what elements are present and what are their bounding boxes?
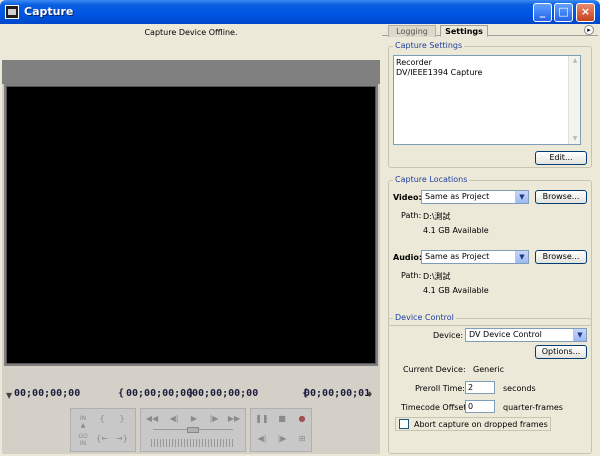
maximize-button[interactable]: □ — [554, 3, 573, 22]
set-in-icon[interactable]: { — [95, 413, 109, 425]
device-value: DV Device Control — [469, 330, 542, 339]
capture-locations-title: Capture Locations — [393, 175, 470, 184]
capture-setting-line: DV/IEEE1394 Capture — [396, 68, 483, 77]
device-select[interactable]: DV Device Control ▼ — [465, 328, 587, 342]
set-out-icon[interactable]: } — [115, 413, 129, 425]
panel-menu-icon[interactable]: ▸ — [584, 25, 594, 35]
audio-available-space: 4.1 GB Available — [423, 286, 489, 295]
device-label: Device: — [433, 331, 464, 340]
goto-out-icon[interactable]: →} — [115, 433, 129, 445]
capture-locations-group: Capture Locations Video: Same as Project… — [388, 175, 592, 326]
preroll-label: Preroll Time: — [415, 384, 465, 393]
in-bracket-icon: { — [118, 388, 125, 399]
current-device-label: Current Device: — [403, 365, 466, 374]
pause-icon[interactable]: ❚❚ — [255, 413, 269, 425]
play-icon[interactable]: ▶ — [187, 413, 201, 425]
tab-bar: Logging Settings ▸ — [382, 24, 598, 37]
rewind-icon[interactable]: ◀◀ — [145, 413, 159, 425]
close-button[interactable]: × — [576, 3, 595, 22]
scroll-down-icon[interactable]: ▼ — [571, 135, 579, 143]
device-control-title: Device Control — [393, 313, 456, 322]
mark-controls: IN ▲ { } GO IN {← →} — [70, 408, 136, 452]
record-icon[interactable]: ● — [295, 413, 309, 425]
edit-button[interactable]: Edit... — [535, 151, 587, 165]
timecode-offset-label: Timecode Offset: — [401, 403, 470, 412]
video-available-space: 4.1 GB Available — [423, 226, 489, 235]
video-location-value: Same as Project — [425, 192, 490, 201]
window-title: Capture — [24, 5, 74, 18]
scene-forward-icon[interactable]: |▶ — [275, 433, 289, 445]
transport-controls: ◀◀ ◀| ▶ |▶ ▶▶ — [140, 408, 246, 452]
video-browse-button[interactable]: Browse... — [535, 190, 587, 204]
app-icon — [5, 5, 19, 19]
record-controls: ❚❚ ■ ● ◀| |▶ ⊞ — [250, 408, 312, 452]
capture-settings-list[interactable]: Recorder DV/IEEE1394 Capture ▲ ▼ — [393, 55, 581, 145]
timecode-in[interactable]: 00;00;00;00 — [126, 388, 192, 399]
audio-path: D:\測試 — [423, 272, 451, 281]
audio-path-label: Path: — [401, 271, 422, 280]
timecode-offset-unit: quarter-frames — [503, 403, 563, 412]
minimize-button[interactable]: _ — [533, 3, 552, 22]
goto-in-icon[interactable]: {← — [95, 433, 109, 445]
jog-wheel[interactable] — [151, 439, 235, 447]
audio-browse-button[interactable]: Browse... — [535, 250, 587, 264]
scroll-up-icon[interactable]: ▲ — [571, 57, 579, 65]
tab-logging[interactable]: Logging — [388, 25, 436, 37]
capture-setting-line: Recorder — [396, 58, 432, 67]
current-device-value: Generic — [473, 365, 505, 374]
video-label: Video: — [393, 193, 422, 202]
settings-panel: Logging Settings ▸ Capture Settings Reco… — [382, 24, 598, 454]
timecode-offset-input[interactable]: 0 — [465, 400, 495, 413]
audio-location-select[interactable]: Same as Project ▼ — [421, 250, 529, 264]
video-preview — [6, 86, 376, 364]
tab-settings[interactable]: Settings — [440, 25, 488, 37]
stop-icon[interactable]: ■ — [275, 413, 289, 425]
timecode-duration[interactable]: 00;00;00;01 — [304, 388, 370, 399]
timecode-current[interactable]: 00;00;00;00 — [14, 388, 80, 399]
preroll-unit: seconds — [503, 384, 536, 393]
monitor-header-band — [2, 60, 380, 84]
timecode-row: ▼ 00;00;00;00 { 00;00;00;00 } 00;00;00;0… — [2, 388, 380, 404]
video-location-select[interactable]: Same as Project ▼ — [421, 190, 529, 204]
step-back-icon[interactable]: ◀| — [167, 413, 181, 425]
abort-capture-label: Abort capture on dropped frames — [414, 420, 548, 429]
mark-in-button[interactable]: IN ▲ — [75, 415, 91, 429]
capture-settings-title: Capture Settings — [393, 41, 465, 50]
video-path: D:\測試 — [423, 212, 451, 221]
video-path-label: Path: — [401, 211, 422, 220]
step-forward-icon[interactable]: |▶ — [207, 413, 221, 425]
chevron-down-icon[interactable]: ▼ — [515, 251, 528, 263]
scene-back-icon[interactable]: ◀| — [255, 433, 269, 445]
timecode-out[interactable]: 00;00;00;00 — [192, 388, 258, 399]
shuttle-slider[interactable] — [153, 427, 233, 435]
audio-label: Audio: — [393, 253, 423, 262]
fast-forward-icon[interactable]: ▶▶ — [227, 413, 241, 425]
capture-settings-group: Capture Settings Recorder DV/IEEE1394 Ca… — [388, 41, 592, 168]
chevron-down-icon[interactable]: ▼ — [515, 191, 528, 203]
title-bar: Capture _ □ × — [0, 0, 600, 24]
chevron-down-icon[interactable]: ▼ — [573, 329, 586, 341]
device-status: Capture Device Offline. — [144, 28, 238, 37]
abort-capture-checkbox[interactable] — [399, 419, 409, 429]
duration-icon: ♦ — [366, 390, 374, 399]
options-button[interactable]: Options... — [535, 345, 587, 359]
list-scrollbar[interactable]: ▲ ▼ — [568, 56, 580, 144]
preroll-input[interactable]: 2 — [465, 381, 495, 394]
abort-capture-row: Abort capture on dropped frames — [395, 417, 551, 431]
scene-detect-icon[interactable]: ⊞ — [295, 433, 309, 445]
device-control-group: Device Control Device: DV Device Control… — [388, 313, 592, 454]
go-to-in-button[interactable]: GO IN — [75, 433, 91, 447]
audio-location-value: Same as Project — [425, 252, 490, 261]
status-strip: Capture Device Offline. — [2, 24, 380, 60]
playhead-marker-icon: ▼ — [6, 391, 13, 400]
shuttle-thumb[interactable] — [187, 427, 199, 433]
monitor-pane: Capture Device Offline. ▼ 00;00;00;00 { … — [2, 24, 380, 454]
